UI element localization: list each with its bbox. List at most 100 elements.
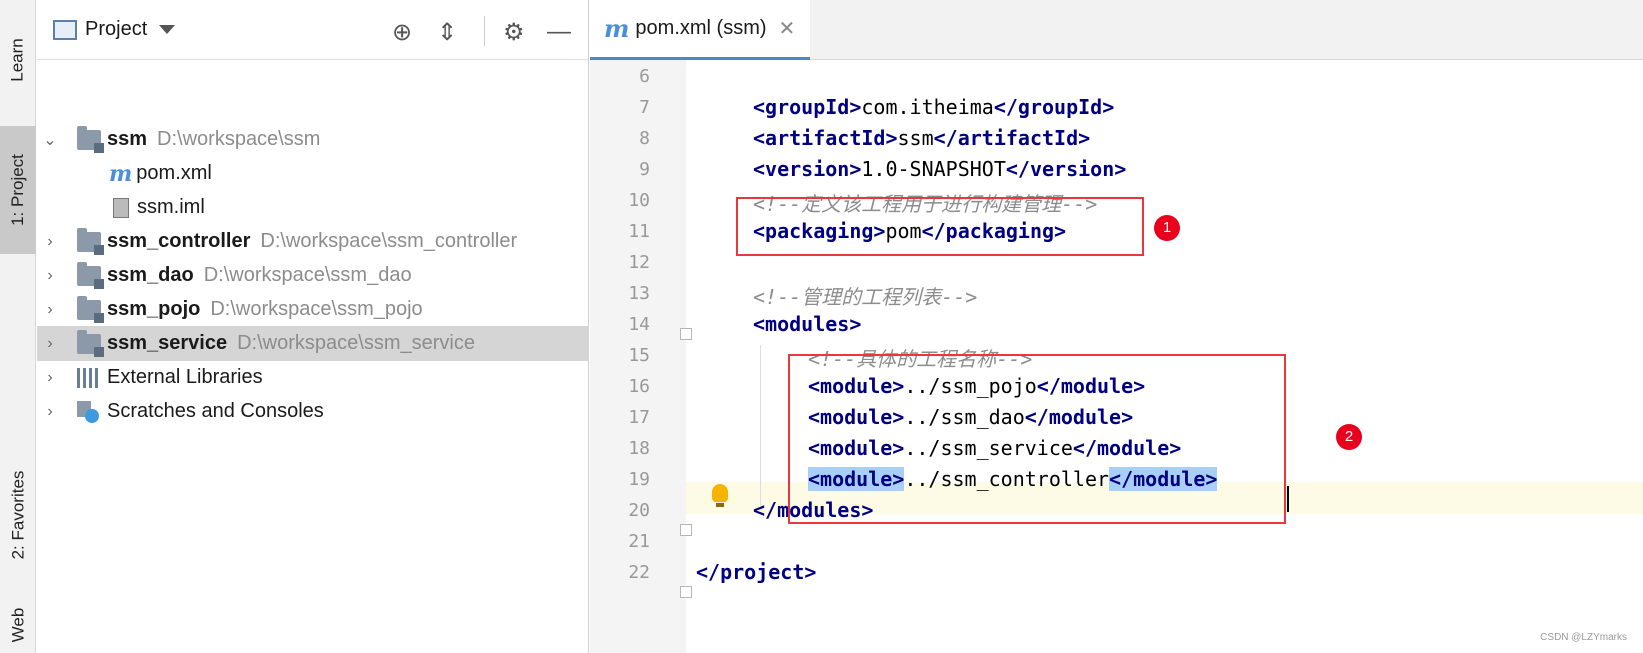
line-number: 8	[639, 128, 650, 149]
editor-tab-bar: m pom.xml (ssm) ✕	[590, 0, 1643, 60]
toolbar-divider	[484, 16, 485, 46]
chevron-right-icon[interactable]: ›	[43, 267, 57, 285]
chevron-right-icon[interactable]: ›	[43, 301, 57, 319]
favorites-tool-tab[interactable]: 2: Favorites	[0, 450, 36, 580]
xml-value: 1.0-SNAPSHOT	[861, 157, 1006, 181]
project-view-icon	[53, 19, 77, 40]
maven-icon: m	[604, 14, 630, 43]
code-line-14[interactable]: <modules>	[753, 312, 861, 336]
code-line-7[interactable]: <groupId>com.itheima</groupId>	[753, 95, 1114, 119]
module-folder-icon	[77, 227, 104, 255]
module-folder-icon	[77, 125, 104, 153]
project-panel-header: Project ⊕ ⇕ ⚙ —	[37, 0, 588, 60]
web-tool-tab[interactable]: Web	[0, 600, 36, 650]
tree-item-name: ssm	[107, 128, 148, 150]
line-number: 13	[628, 283, 650, 304]
xml-value: com.itheima	[861, 95, 994, 119]
code-line-13[interactable]: <!--管理的工程列表-->	[753, 281, 977, 310]
code-line-9[interactable]: <version>1.0-SNAPSHOT</version>	[753, 157, 1126, 181]
tree-item-path: D:\workspace\ssm_dao	[203, 264, 412, 286]
line-number: 20	[628, 500, 650, 521]
learn-tab-label: Learn	[8, 38, 28, 82]
annotation-box-1	[736, 197, 1144, 256]
line-number: 22	[628, 562, 650, 583]
iml-file-icon	[113, 197, 129, 218]
web-tab-label: Web	[8, 607, 27, 643]
tool-window-strip: Learn 1: Project 2: Favorites Web	[0, 0, 36, 653]
tree-item-ssm-pojo[interactable]: › ssm_pojo D:\workspace\ssm_pojo	[37, 292, 589, 327]
tab-label: pom.xml (ssm)	[635, 17, 767, 39]
xml-value: ssm	[897, 126, 934, 150]
chevron-right-icon[interactable]: ›	[43, 403, 57, 421]
fold-marker[interactable]	[680, 524, 692, 536]
tree-item-name: ssm.iml	[137, 196, 205, 218]
tree-item-name: ssm_service	[107, 332, 228, 354]
lightbulb-icon[interactable]	[712, 484, 728, 507]
fold-marker[interactable]	[680, 586, 692, 598]
line-number: 11	[628, 221, 650, 242]
module-folder-icon	[77, 329, 104, 357]
tree-item-name: External Libraries	[107, 366, 263, 388]
favorites-tab-label: 2: Favorites	[8, 470, 27, 560]
watermark: CSDN @LZYmarks	[1540, 632, 1627, 643]
annotation-badge-2: 2	[1336, 424, 1362, 450]
code-line-8[interactable]: <artifactId>ssm</artifactId>	[753, 126, 1090, 150]
line-number: 17	[628, 407, 650, 428]
chevron-down-icon[interactable]	[159, 25, 176, 34]
line-number: 9	[639, 159, 650, 180]
locate-icon[interactable]: ⊕	[392, 18, 412, 47]
module-folder-icon	[77, 261, 104, 289]
chevron-right-icon[interactable]: ›	[43, 335, 57, 353]
line-number: 12	[628, 252, 650, 273]
line-number: 6	[639, 66, 650, 87]
tree-item-external-libraries[interactable]: › External Libraries	[37, 360, 589, 395]
tree-item-scratches[interactable]: › Scratches and Consoles	[37, 394, 589, 429]
tree-item-ssm-service[interactable]: › ssm_service D:\workspace\ssm_service	[37, 326, 589, 361]
line-number: 10	[628, 190, 650, 211]
line-number: 21	[628, 531, 650, 552]
xml-tag: <version>	[753, 157, 862, 181]
xml-tag: </artifactId>	[933, 126, 1091, 150]
line-number: 7	[639, 97, 650, 118]
maven-icon: m	[109, 160, 133, 187]
tree-item-ssm-controller[interactable]: › ssm_controller D:\workspace\ssm_contro…	[37, 224, 589, 259]
library-icon	[77, 367, 101, 388]
chevron-right-icon[interactable]: ›	[43, 369, 57, 387]
minimize-icon[interactable]: —	[547, 18, 571, 46]
xml-tag: <groupId>	[753, 95, 862, 119]
code-line-22[interactable]: </project>	[696, 560, 816, 584]
tab-pom-xml[interactable]: m pom.xml (ssm) ✕	[590, 0, 810, 60]
project-tab-label: 1: Project	[8, 154, 27, 226]
tree-item-path: D:\workspace\ssm_pojo	[210, 298, 423, 320]
module-folder-icon	[77, 295, 104, 323]
tree-item-name: ssm_pojo	[107, 298, 201, 320]
line-number: 18	[628, 438, 650, 459]
collapse-all-icon[interactable]: ⇕	[437, 18, 457, 47]
tree-item-name: pom.xml	[136, 162, 212, 184]
line-number: 15	[628, 345, 650, 366]
tree-item-ssm-dao[interactable]: › ssm_dao D:\workspace\ssm_dao	[37, 258, 589, 293]
project-panel-title[interactable]: Project	[85, 18, 147, 41]
tree-item-name: Scratches and Consoles	[107, 400, 324, 422]
tree-item-name: ssm_dao	[107, 264, 194, 286]
line-number: 14	[628, 314, 650, 335]
chevron-down-icon[interactable]: ⌄	[43, 130, 57, 150]
tree-item-path: D:\workspace\ssm_controller	[260, 230, 518, 252]
project-tool-tab[interactable]: 1: Project	[0, 126, 36, 254]
project-panel: Project ⊕ ⇕ ⚙ — ⌄ ssm D:\workspace\ssm m…	[37, 0, 589, 653]
gear-icon[interactable]: ⚙	[503, 18, 525, 47]
tree-item-path: D:\workspace\ssm_service	[237, 332, 475, 354]
annotation-box-2	[788, 354, 1286, 524]
indent-guide	[760, 345, 761, 505]
close-icon[interactable]: ✕	[779, 16, 796, 41]
learn-tool-tab[interactable]: Learn	[0, 20, 36, 100]
tree-item-name: ssm_controller	[107, 230, 251, 252]
line-number: 19	[628, 469, 650, 490]
xml-tag: </groupId>	[993, 95, 1115, 119]
tree-item-pom-xml[interactable]: m pom.xml	[37, 156, 589, 191]
chevron-right-icon[interactable]: ›	[43, 233, 57, 251]
fold-marker[interactable]	[680, 328, 692, 340]
tree-item-ssm-iml[interactable]: ssm.iml	[37, 190, 589, 225]
tree-item-ssm[interactable]: ⌄ ssm D:\workspace\ssm	[37, 122, 589, 157]
text-caret	[1287, 486, 1289, 512]
